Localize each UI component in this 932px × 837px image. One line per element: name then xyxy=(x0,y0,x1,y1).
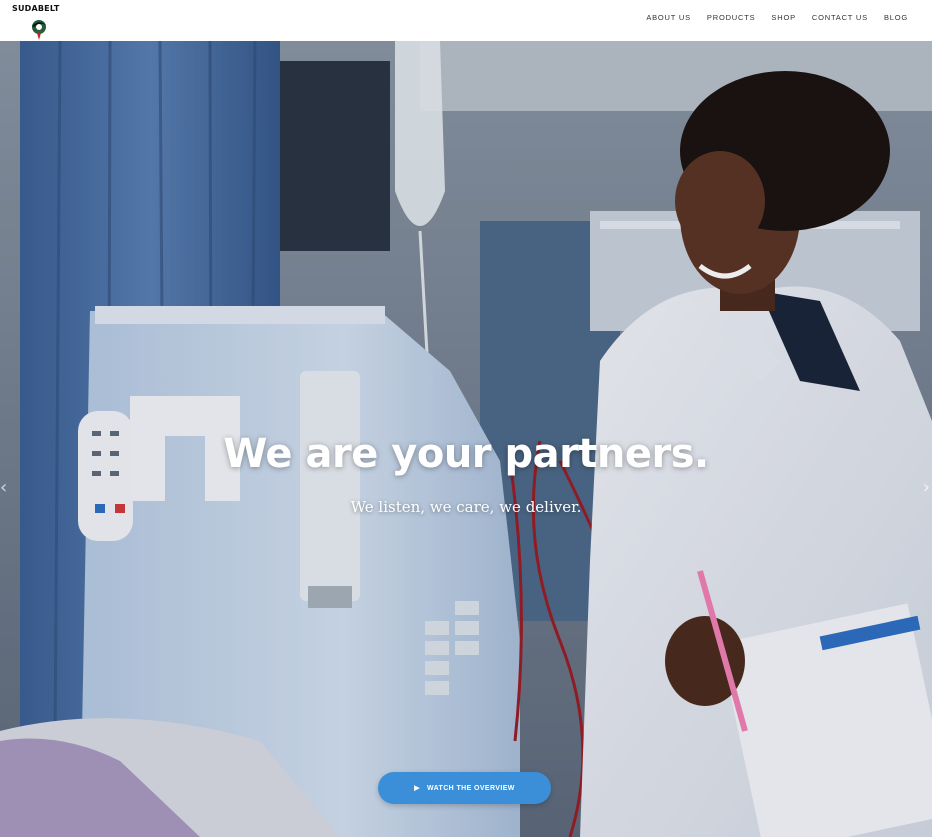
hero-subtitle: We listen, we care, we deliver. xyxy=(350,498,582,516)
watch-overview-label: WATCH THE OVERVIEW xyxy=(426,784,515,792)
nav-blog[interactable]: BLOG xyxy=(884,13,908,22)
hero-title: We are your partners. xyxy=(223,431,709,477)
nav-products[interactable]: PRODUCTS xyxy=(707,13,756,22)
site-header: SUDABELT ABOUT US PRODUCTS SHOP CONTACT … xyxy=(0,0,932,41)
chevron-left-icon[interactable]: ‹ xyxy=(0,476,10,500)
nav-shop[interactable]: SHOP xyxy=(771,13,795,22)
play-icon: ▶ xyxy=(414,784,420,792)
hero-section: We are your partners. We listen, we care… xyxy=(0,41,932,837)
chevron-right-icon[interactable]: › xyxy=(920,476,930,500)
brand-logo[interactable]: SUDABELT xyxy=(12,4,72,40)
nav-contact-us[interactable]: CONTACT US xyxy=(812,13,868,22)
nav-about-us[interactable]: ABOUT US xyxy=(646,13,691,22)
brand-name: SUDABELT xyxy=(12,4,60,13)
globe-swoosh-logo-icon xyxy=(32,20,46,40)
main-nav: ABOUT US PRODUCTS SHOP CONTACT US BLOG xyxy=(646,13,908,22)
watch-overview-button[interactable]: ▶ WATCH THE OVERVIEW xyxy=(378,772,551,804)
